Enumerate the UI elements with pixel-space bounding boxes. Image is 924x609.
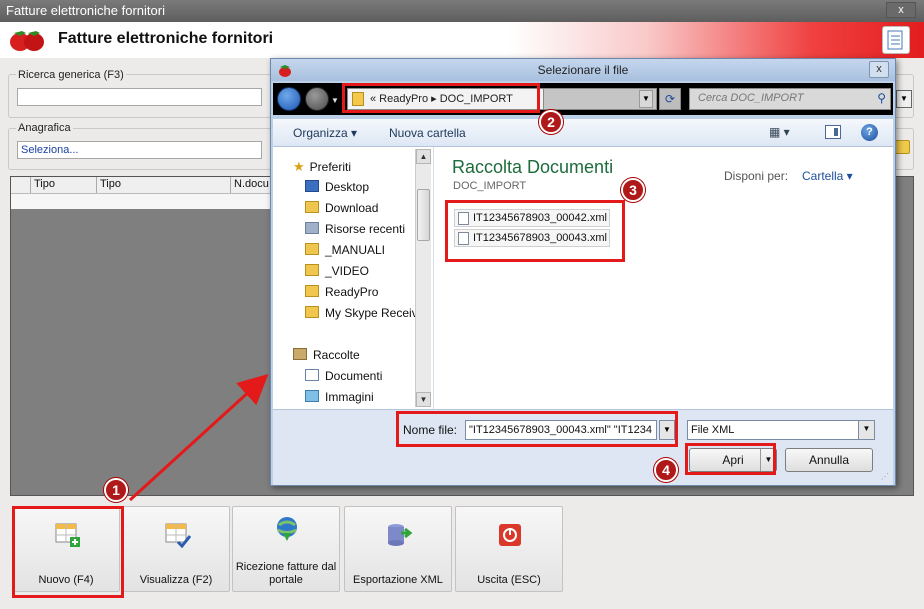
step-badge-2: 2	[539, 110, 563, 134]
step-badge-3: 3	[621, 178, 645, 202]
step-badge-4: 4	[654, 458, 678, 482]
step-badge-1: 1	[104, 478, 128, 502]
annotation-arrow	[128, 373, 269, 502]
